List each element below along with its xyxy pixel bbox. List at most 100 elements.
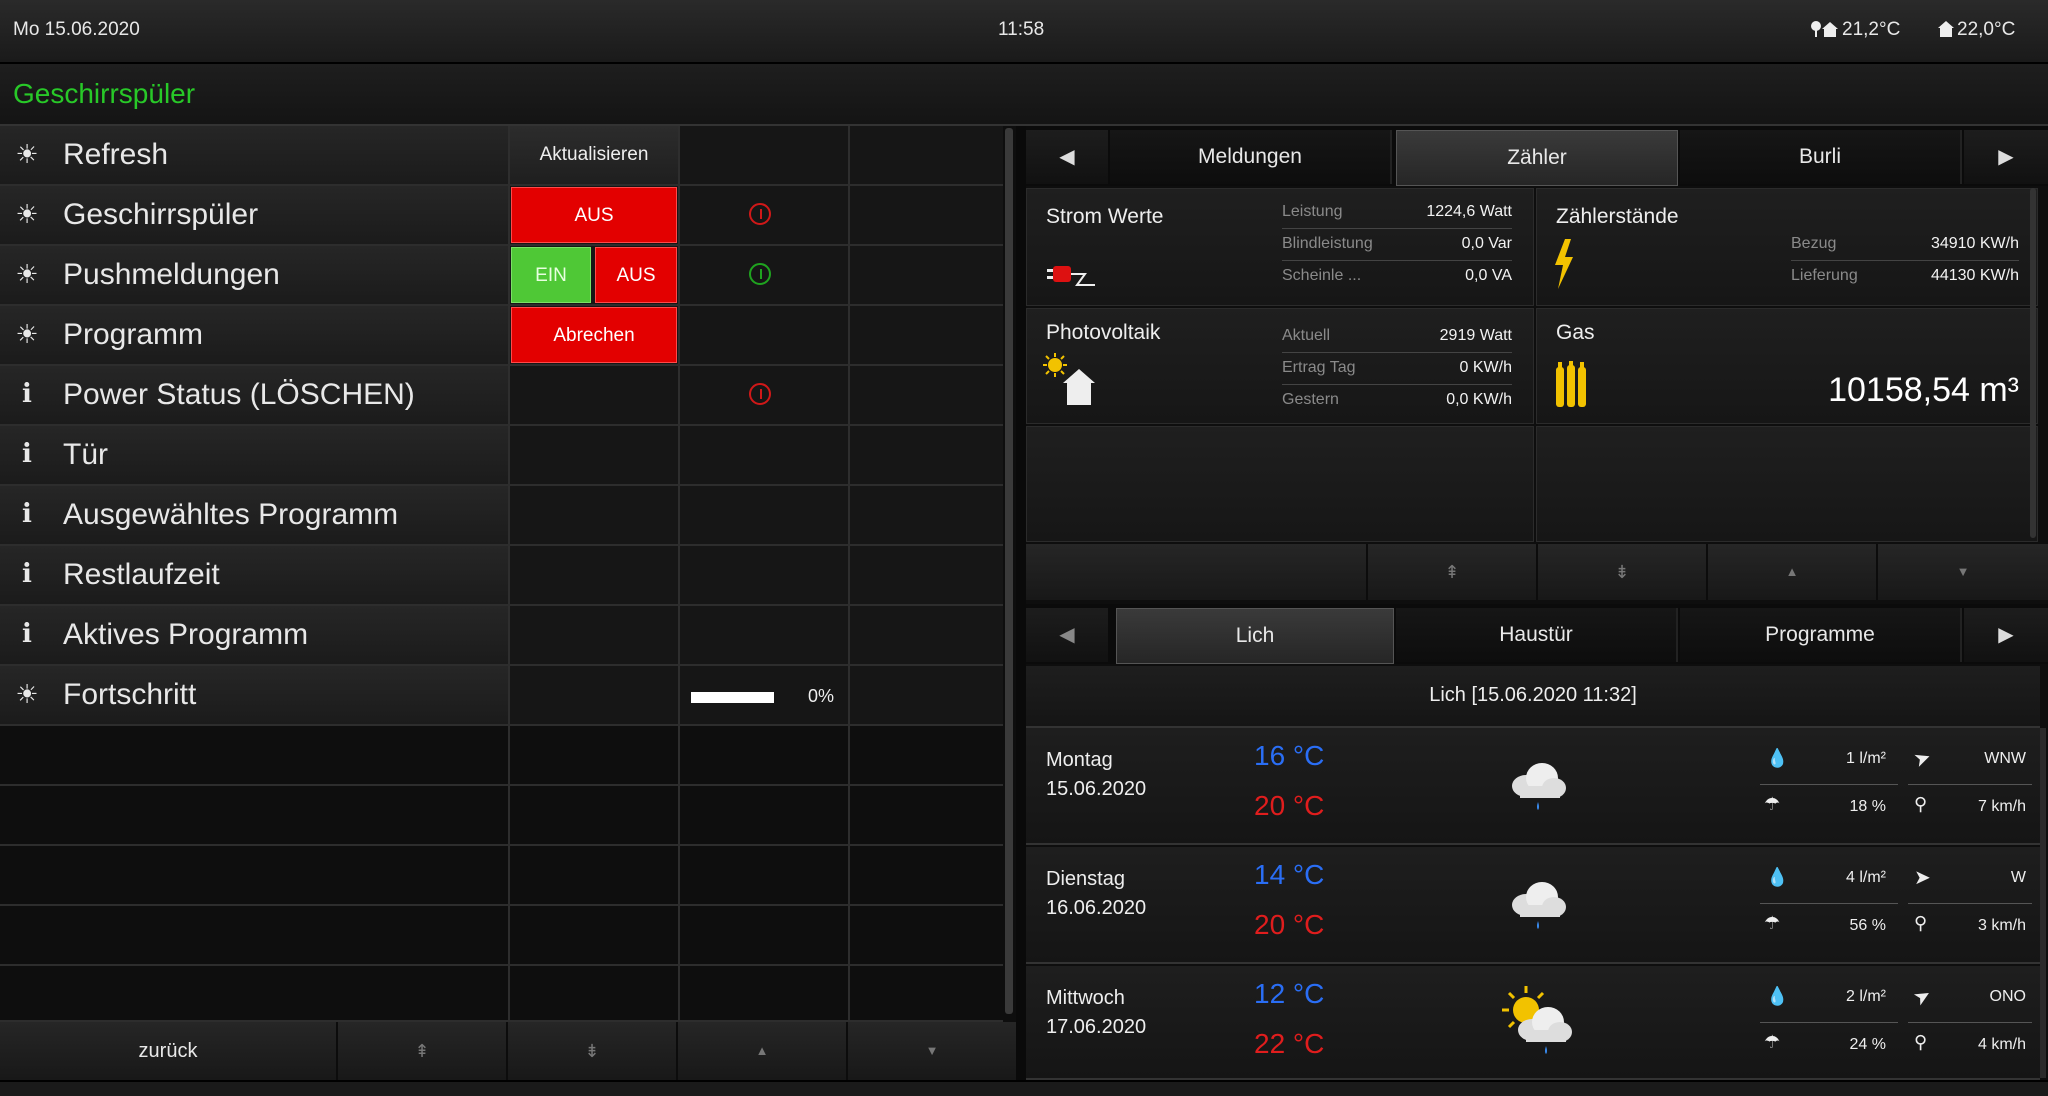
abort-button[interactable]: Abrechen — [511, 307, 677, 363]
rain-probability: 18 % — [1849, 798, 1886, 815]
row-label: Pushmeldungen — [63, 258, 280, 291]
wind-direction-icon: ➤ — [1910, 745, 1935, 773]
page-down-icon[interactable]: ⇟ — [508, 1022, 678, 1080]
inside-temp: 22,0°C — [1957, 19, 2016, 40]
kv-key: Aktuell — [1282, 327, 1331, 344]
tile-title: Strom Werte — [1046, 205, 1164, 228]
tiles-scrollbar[interactable] — [2030, 188, 2036, 538]
tab-next-icon[interactable]: ▶ — [1964, 608, 2048, 662]
wind-direction-icon: ➤ — [1909, 983, 1936, 1011]
back-button[interactable]: zurück — [0, 1022, 338, 1080]
forecast-row: Dienstag 16.06.2020 14 °C 20 °C 💧 4 l/m² … — [1026, 847, 2040, 964]
kv-key: Leistung — [1282, 203, 1343, 220]
gas-meter-value: 10158,54 m³ — [1828, 371, 2019, 409]
forecast-scrollbar[interactable] — [2040, 728, 2046, 1078]
solar-house-icon — [1043, 353, 1099, 412]
row-label: Ausgewähltes Programm — [63, 498, 399, 531]
empty-row — [0, 846, 1003, 906]
row-label: Restlaufzeit — [63, 558, 220, 591]
lightning-icon — [1553, 239, 1575, 294]
photovoltaik-tile: Photovoltaik Aktuell 2919 Watt Ertrag Tag… — [1026, 308, 1534, 424]
light-icon: ☀ — [15, 199, 39, 229]
sun-rain-cloud-icon — [1498, 984, 1582, 1067]
power-status-icon — [749, 203, 771, 225]
pane-divider — [1016, 126, 1026, 1080]
kv-value: 2919 Watt — [1439, 327, 1512, 344]
wind-direction: WNW — [1984, 750, 2026, 767]
rain-amount: 2 l/m² — [1846, 988, 1886, 1005]
date-label: Mo 15.06.2020 — [13, 19, 140, 40]
scroll-down-icon[interactable]: ▼ — [848, 1022, 1018, 1080]
row-label: Tür — [63, 438, 108, 471]
page-up-icon[interactable]: ⇞ — [338, 1022, 508, 1080]
tab-meldungen[interactable]: Meldungen — [1110, 130, 1392, 184]
tile-title: Photovoltaik — [1046, 321, 1161, 344]
umbrella-icon: ☂ — [1764, 913, 1781, 933]
empty-tile — [1536, 426, 2038, 542]
info-icon: i — [22, 619, 32, 649]
row-refresh: ☀ Refresh Aktualisieren — [0, 126, 1003, 186]
tab-zaehler[interactable]: Zähler — [1396, 130, 1678, 186]
list-scrollbar[interactable] — [1005, 128, 1013, 1014]
forecast-date: 17.06.2020 — [1046, 1016, 1147, 1038]
kv-key: Gestern — [1282, 391, 1339, 408]
kv-value: 0 KW/h — [1459, 359, 1512, 376]
push-on-button[interactable]: EIN — [511, 247, 591, 303]
wind-speed: 7 km/h — [1977, 798, 2026, 815]
empty-row — [0, 726, 1003, 786]
nav-spacer — [1026, 544, 1368, 600]
forecast-day: Montag — [1046, 749, 1113, 771]
empty-tile — [1026, 426, 1534, 542]
kv-key: Lieferung — [1791, 267, 1858, 284]
info-icon: i — [22, 379, 32, 409]
scroll-up-icon[interactable]: ▲ — [1708, 544, 1878, 600]
progress-label: 0% — [808, 686, 835, 706]
tab-next-icon[interactable]: ▶ — [1964, 130, 2048, 184]
page-title: Geschirrspüler — [13, 78, 196, 109]
tab-prev-icon[interactable]: ◀ — [1026, 130, 1108, 184]
kv-value: 0,0 Var — [1461, 235, 1512, 252]
tile-title: Gas — [1556, 321, 1595, 344]
progress-bar — [691, 692, 774, 703]
power-status-icon — [749, 383, 771, 405]
kv-value: 0,0 VA — [1465, 267, 1512, 284]
kv-value: 44130 KW/h — [1930, 267, 2019, 284]
forecast-day: Dienstag — [1046, 868, 1125, 890]
weather-tab-bar: ◀ Lich Haustür Programme ▶ — [1026, 604, 2048, 664]
gas-bottles-icon — [1555, 361, 1587, 412]
scroll-up-icon[interactable]: ▲ — [678, 1022, 848, 1080]
kv-value: 0,0 KW/h — [1446, 391, 1512, 408]
row-ausgewaehltes-programm: i Ausgewähltes Programm — [0, 486, 1003, 546]
tab-haustuer[interactable]: Haustür — [1396, 608, 1678, 662]
wind-speed: 4 km/h — [1977, 1036, 2026, 1053]
forecast-row: Mittwoch 17.06.2020 12 °C 22 °C 💧 2 l/m² … — [1026, 966, 2040, 1080]
empty-row — [0, 906, 1003, 966]
forecast-date: 16.06.2020 — [1046, 897, 1147, 919]
umbrella-icon: ☂ — [1764, 1032, 1781, 1052]
tab-lich[interactable]: Lich — [1116, 608, 1394, 664]
forecast-date: 15.06.2020 — [1046, 778, 1147, 800]
strom-tile: Strom Werte Leistung 1224,6 Watt Blindlei… — [1026, 188, 1534, 306]
row-restlaufzeit: i Restlaufzeit — [0, 546, 1003, 606]
row-tuer: i Tür — [0, 426, 1003, 486]
dishwasher-off-button[interactable]: AUS — [511, 187, 677, 243]
rain-probability: 56 % — [1849, 917, 1886, 934]
weather-header: Lich [15.06.2020 11:32] — [1026, 666, 2040, 728]
forecast-row: Montag 15.06.2020 16 °C 20 °C 💧 1 l/m² ☂ … — [1026, 728, 2040, 845]
light-icon: ☀ — [15, 259, 39, 289]
tile-title: Zählerstände — [1556, 205, 1679, 228]
rain-amount: 1 l/m² — [1846, 750, 1886, 767]
page-down-icon[interactable]: ⇟ — [1538, 544, 1708, 600]
push-off-button[interactable]: AUS — [595, 247, 677, 303]
tab-burli[interactable]: Burli — [1680, 130, 1962, 184]
tab-programme[interactable]: Programme — [1680, 608, 1962, 662]
scroll-down-icon[interactable]: ▼ — [1878, 544, 2048, 600]
refresh-button[interactable]: Aktualisieren — [510, 126, 678, 184]
page-up-icon[interactable]: ⇞ — [1368, 544, 1538, 600]
tab-prev-icon[interactable]: ◀ — [1026, 608, 1108, 662]
temp-low: 16 °C — [1254, 740, 1325, 771]
row-programm: ☀ Programm Abrechen — [0, 306, 1003, 366]
clock-label: 11:58 — [998, 19, 1045, 40]
house-icon — [1938, 20, 1954, 37]
rain-cloud-icon — [1506, 756, 1570, 817]
